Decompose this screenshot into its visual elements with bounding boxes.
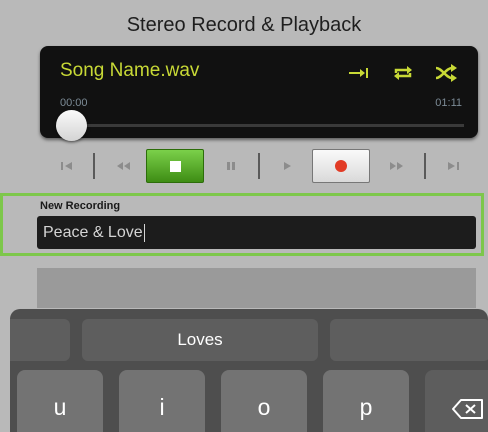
- pause-button[interactable]: [214, 149, 248, 183]
- pause-icon: [227, 162, 235, 170]
- new-recording-label: New Recording: [40, 200, 121, 212]
- stop-icon: [169, 160, 181, 172]
- backspace-icon: [452, 399, 483, 419]
- suggestion-right[interactable]: [330, 319, 488, 361]
- time-total: 01:11: [435, 97, 462, 109]
- new-recording-value: Peace & Love: [43, 223, 143, 241]
- delete-key[interactable]: [425, 370, 488, 432]
- empty-list-row: [37, 268, 476, 308]
- play-button[interactable]: [270, 149, 304, 183]
- stop-button[interactable]: [146, 149, 204, 183]
- key-o[interactable]: o: [221, 370, 307, 432]
- repeat-icon[interactable]: [392, 64, 414, 82]
- skip-forward-icon: [448, 162, 459, 170]
- skip-back-button[interactable]: [50, 149, 84, 183]
- progress-track[interactable]: [70, 124, 464, 127]
- record-icon: [335, 160, 347, 172]
- new-recording-input[interactable]: Peace & Love: [37, 216, 476, 249]
- play-icon: [284, 162, 291, 170]
- transport-separator: [258, 153, 260, 179]
- skip-back-icon: [61, 162, 72, 170]
- transport-separator: [93, 153, 95, 179]
- record-button[interactable]: [312, 149, 370, 183]
- player-panel: Song Name.wav 00:00 01:11: [40, 46, 478, 141]
- transport-separator: [424, 153, 426, 179]
- shuffle-icon[interactable]: [434, 64, 458, 82]
- fast-forward-button[interactable]: [380, 149, 414, 183]
- text-caret: [143, 223, 145, 242]
- rewind-button[interactable]: [106, 149, 140, 183]
- key-i[interactable]: i: [119, 370, 205, 432]
- fast-forward-icon: [390, 162, 403, 170]
- progress-scrubber[interactable]: [56, 110, 87, 141]
- suggestion-center[interactable]: Loves: [82, 319, 318, 361]
- page-title: Stereo Record & Playback: [126, 14, 362, 36]
- transport-controls: [50, 149, 470, 183]
- key-p[interactable]: p: [323, 370, 409, 432]
- rewind-icon: [117, 162, 130, 170]
- skip-to-end-icon[interactable]: [347, 64, 371, 82]
- onscreen-keyboard: Loves u i o p: [10, 309, 488, 432]
- suggestion-left[interactable]: [10, 319, 70, 361]
- time-elapsed: 00:00: [60, 97, 88, 109]
- skip-forward-button[interactable]: [436, 149, 470, 183]
- song-name: Song Name.wav: [60, 60, 200, 81]
- key-u[interactable]: u: [17, 370, 103, 432]
